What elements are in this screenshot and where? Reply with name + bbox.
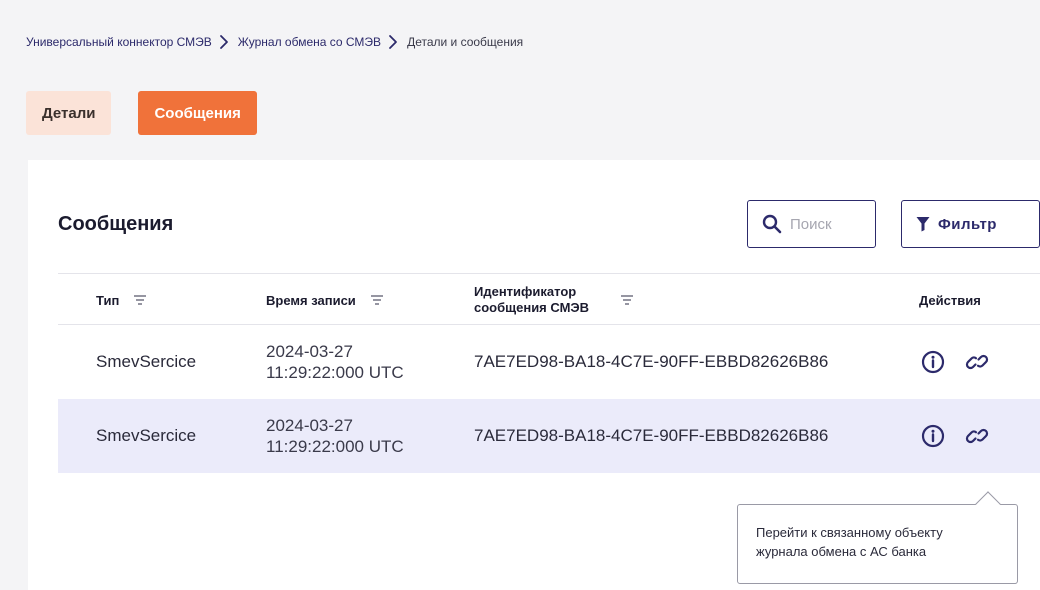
column-label-time: Время записи	[266, 292, 356, 308]
filter-button[interactable]: Фильтр	[901, 200, 1040, 248]
sort-icon[interactable]	[620, 294, 634, 306]
breadcrumb-item-journal[interactable]: Журнал обмена со СМЭВ	[238, 35, 381, 49]
tooltip-line1: Перейти к связанному объекту	[756, 525, 943, 540]
search-placeholder: Поиск	[790, 215, 832, 233]
cell-time: 2024-03-27 11:29:22:000 UTC	[266, 399, 404, 473]
column-label-actions: Действия	[919, 292, 981, 308]
link-icon[interactable]	[964, 423, 990, 449]
tab-messages[interactable]: Сообщения	[138, 91, 257, 135]
column-label-type: Тип	[96, 292, 120, 308]
column-label-id: Идентификатор сообщения СМЭВ	[474, 284, 614, 316]
column-header-actions: Действия	[919, 274, 981, 326]
column-label-id-line1: Идентификатор	[474, 284, 577, 299]
column-header-type[interactable]: Тип	[96, 274, 147, 326]
column-label-id-line2: сообщения СМЭВ	[474, 300, 590, 315]
cell-message-id: 7AE7ED98-BA18-4C7E-90FF-EBBD82626B86	[474, 426, 829, 445]
cell-type: SmevSercice	[96, 426, 197, 445]
link-tooltip: Перейти к связанному объекту журнала обм…	[737, 491, 1018, 584]
filter-icon	[916, 217, 930, 232]
search-icon	[762, 214, 782, 234]
chevron-right-icon	[387, 34, 401, 50]
chevron-right-icon	[218, 34, 232, 50]
table-header: Тип Время записи Идентификатор сообщения…	[58, 273, 1040, 325]
cell-actions	[920, 325, 990, 399]
cell-clock: 11:29:22:000 UTC	[266, 363, 404, 382]
breadcrumb-item-current: Детали и сообщения	[407, 35, 524, 49]
column-header-id[interactable]: Идентификатор сообщения СМЭВ	[474, 274, 634, 326]
tooltip-line2: журнала обмена с АС банка	[756, 544, 927, 559]
card-title: Сообщения	[58, 213, 174, 235]
tab-details[interactable]: Детали	[26, 91, 112, 135]
cell-message-id: 7AE7ED98-BA18-4C7E-90FF-EBBD82626B86	[474, 352, 829, 371]
cell-clock: 11:29:22:000 UTC	[266, 437, 404, 456]
info-icon[interactable]	[920, 349, 946, 375]
search-button[interactable]: Поиск	[747, 200, 876, 248]
cell-actions	[920, 399, 990, 473]
column-header-time[interactable]: Время записи	[266, 274, 384, 326]
breadcrumb-item-connector[interactable]: Универсальный коннектор СМЭВ	[26, 35, 212, 49]
sort-icon[interactable]	[370, 294, 384, 306]
sort-icon[interactable]	[133, 294, 147, 306]
info-icon[interactable]	[920, 423, 946, 449]
tab-bar: Детали Сообщения	[26, 91, 257, 135]
cell-date: 2024-03-27	[266, 416, 353, 435]
breadcrumb: Универсальный коннектор СМЭВ Журнал обме…	[26, 34, 523, 50]
table-row: SmevSercice 2024-03-27 11:29:22:000 UTC …	[58, 399, 1040, 473]
filter-label: Фильтр	[938, 215, 997, 233]
table-row: SmevSercice 2024-03-27 11:29:22:000 UTC …	[58, 325, 1040, 399]
cell-type: SmevSercice	[96, 352, 197, 371]
messages-table: Тип Время записи Идентификатор сообщения…	[58, 273, 1040, 473]
link-icon[interactable]	[964, 349, 990, 375]
cell-date: 2024-03-27	[266, 342, 353, 361]
cell-time: 2024-03-27 11:29:22:000 UTC	[266, 325, 404, 399]
